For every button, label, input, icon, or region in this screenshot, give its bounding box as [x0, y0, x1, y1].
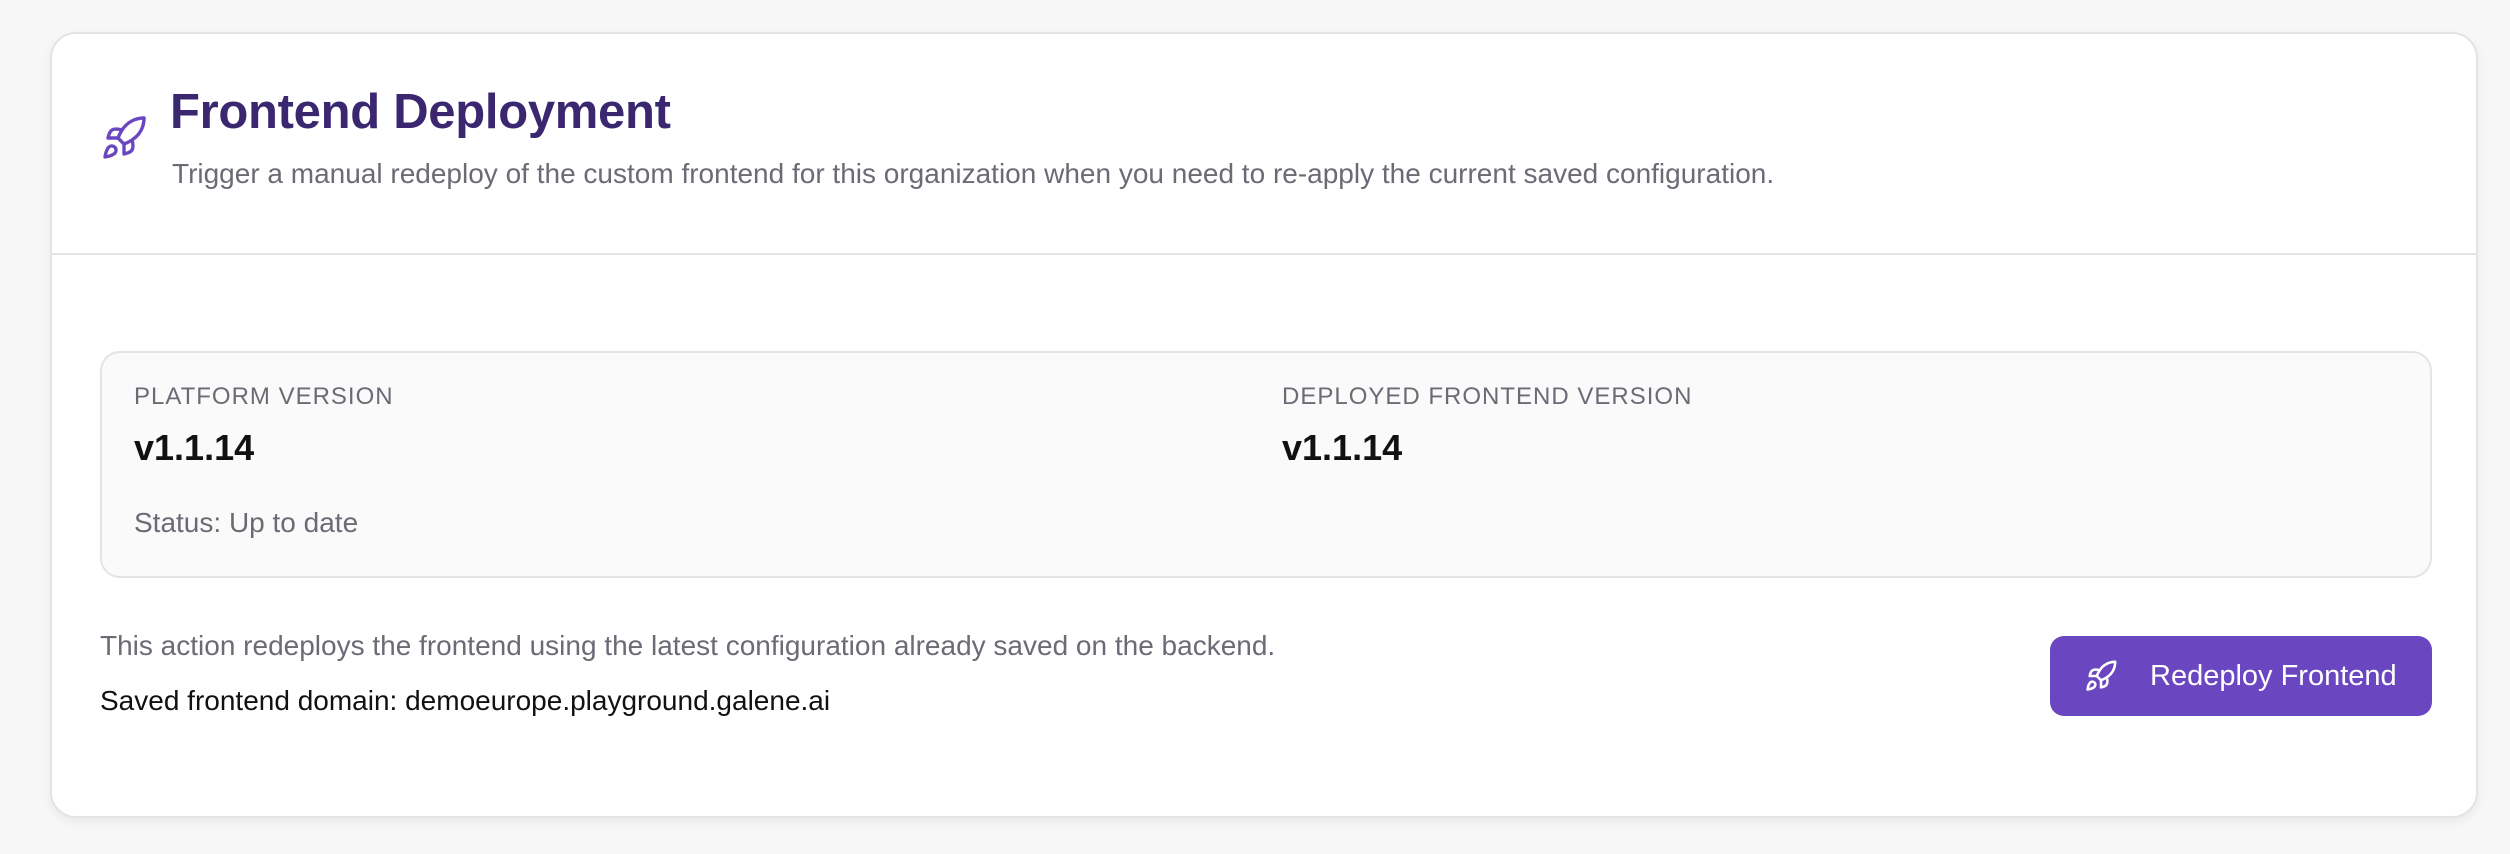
- saved-domain-value: demoeurope.playground.galene.ai: [405, 685, 831, 716]
- saved-domain-label: Saved frontend domain:: [100, 685, 406, 716]
- page-title: Frontend Deployment: [170, 85, 671, 139]
- redeploy-button-label: Redeploy Frontend: [2150, 659, 2397, 692]
- saved-domain-line: Saved frontend domain: demoeurope.playgr…: [100, 685, 830, 717]
- frontend-deployment-card: Frontend Deployment Trigger a manual red…: [50, 32, 2478, 818]
- rocket-icon: [100, 114, 148, 162]
- action-description: This action redeploys the frontend using…: [100, 630, 1276, 661]
- status-text: Status: Up to date: [134, 507, 359, 538]
- platform-version-value: v1.1.14: [134, 427, 255, 468]
- deployed-version-label: DEPLOYED FRONTEND VERSION: [1282, 383, 1693, 410]
- rocket-icon: [2084, 659, 2118, 693]
- card-header: Frontend Deployment Trigger a manual red…: [52, 34, 2476, 255]
- version-info-panel: PLATFORM VERSION v1.1.14 Status: Up to d…: [100, 351, 2432, 578]
- page-subtitle: Trigger a manual redeploy of the custom …: [172, 158, 1775, 189]
- redeploy-frontend-button[interactable]: Redeploy Frontend: [2050, 636, 2432, 716]
- platform-version-label: PLATFORM VERSION: [134, 383, 394, 410]
- deployed-version-value: v1.1.14: [1282, 427, 1403, 468]
